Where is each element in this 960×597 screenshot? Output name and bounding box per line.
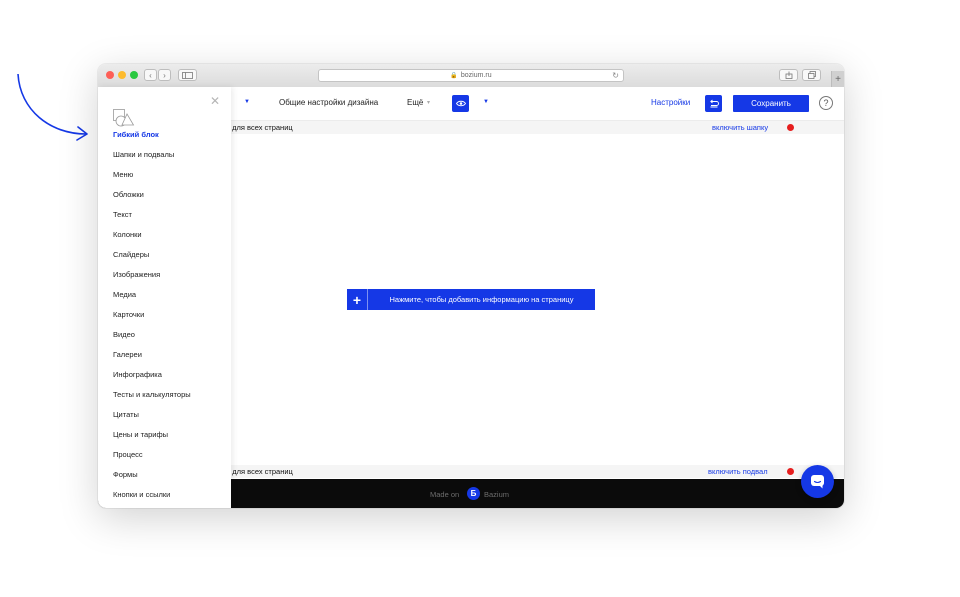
arrow-annotation-icon bbox=[17, 73, 88, 141]
sidebar-item[interactable]: Карточки bbox=[113, 310, 144, 319]
sidebar-toggle-button[interactable] bbox=[178, 69, 197, 81]
header-status-dot bbox=[787, 124, 794, 131]
reload-icon[interactable]: ↻ bbox=[612, 71, 619, 80]
eye-icon bbox=[455, 100, 466, 107]
header-bar-text: я для всех страниц bbox=[226, 123, 293, 132]
brand-name: Bazium bbox=[484, 490, 510, 499]
sidebar-item[interactable]: Обложки bbox=[113, 190, 144, 199]
footer-status-dot bbox=[787, 468, 794, 475]
editor-content: ▼ Общие настройки дизайна Ещё ▾ ▼ Настро… bbox=[98, 87, 844, 508]
help-button[interactable]: ? bbox=[819, 96, 833, 110]
close-icon[interactable]: ✕ bbox=[210, 94, 220, 108]
browser-titlebar: ‹ › 🔒 bozium.ru ↻ + bbox=[98, 64, 844, 88]
add-content-button[interactable]: + Нажмите, чтобы добавить информацию на … bbox=[347, 289, 595, 310]
sidebar-item[interactable]: Колонки bbox=[113, 230, 142, 239]
sidebar-item[interactable]: Галереи bbox=[113, 350, 142, 359]
blocks-sidebar: ✕ Гибкий блок Шапки и подвалы Меню Обложки Т… bbox=[98, 87, 231, 508]
sidebar-item[interactable]: Гибкий блок bbox=[113, 130, 159, 139]
tabs-icon bbox=[807, 71, 816, 79]
preview-chevron-icon[interactable]: ▼ bbox=[483, 99, 489, 105]
url-text: bozium.ru bbox=[460, 72, 492, 79]
lock-icon: 🔒 bbox=[450, 73, 458, 79]
more-menu[interactable]: Ещё bbox=[407, 98, 423, 107]
sidebar-item[interactable]: Текст bbox=[113, 210, 132, 219]
browser-window: ‹ › 🔒 bozium.ru ↻ + ▼ Общие настройки ди… bbox=[98, 64, 844, 508]
sidebar-item[interactable]: Меню bbox=[113, 170, 133, 179]
preview-button[interactable] bbox=[452, 95, 469, 112]
sidebar-item[interactable]: Инфографика bbox=[113, 370, 162, 379]
save-button[interactable]: Сохранить bbox=[733, 95, 809, 112]
chat-icon bbox=[811, 475, 824, 489]
add-content-label: Нажмите, чтобы добавить информацию на ст… bbox=[389, 295, 574, 304]
footer-bar-text: й для всех страниц bbox=[226, 467, 293, 476]
sidebar-item[interactable]: Слайдеры bbox=[113, 250, 149, 259]
chat-button[interactable] bbox=[801, 465, 834, 498]
close-window-button[interactable] bbox=[106, 71, 114, 79]
maximize-window-button[interactable] bbox=[130, 71, 138, 79]
share-icon bbox=[785, 71, 792, 79]
settings-link[interactable]: Настройки bbox=[651, 98, 690, 107]
sidebar-item[interactable]: Цены и тарифы bbox=[113, 430, 168, 439]
sidebar-item[interactable]: Изображения bbox=[113, 270, 160, 279]
sidebar-item[interactable]: Видео bbox=[113, 330, 135, 339]
address-bar[interactable]: 🔒 bozium.ru ↻ bbox=[318, 69, 624, 82]
minimize-window-button[interactable] bbox=[118, 71, 126, 79]
sidebar-icon bbox=[182, 71, 193, 79]
more-chevron-icon: ▾ bbox=[427, 100, 431, 106]
sidebar-item[interactable]: Формы bbox=[113, 470, 138, 479]
sidebar-item[interactable]: Цитаты bbox=[113, 410, 139, 419]
sidebar-item[interactable]: Медиа bbox=[113, 290, 136, 299]
made-on-text: Made on bbox=[430, 490, 460, 499]
share-button[interactable] bbox=[779, 69, 798, 81]
sidebar-item[interactable]: Тесты и калькуляторы bbox=[113, 390, 191, 399]
new-tab-button[interactable]: + bbox=[831, 71, 844, 87]
sidebar-item[interactable]: Кнопки и ссылки bbox=[113, 490, 170, 499]
enable-footer-link[interactable]: включить подвал bbox=[708, 467, 768, 476]
undo-icon bbox=[709, 99, 719, 108]
sidebar-item[interactable]: Процесс bbox=[113, 450, 143, 459]
plus-icon: + bbox=[347, 289, 368, 310]
back-button[interactable]: ‹ bbox=[144, 69, 157, 81]
enable-header-link[interactable]: включить шапку bbox=[712, 123, 768, 132]
sidebar-item[interactable]: Шапки и подвалы bbox=[113, 150, 174, 159]
chevron-down-icon[interactable]: ▼ bbox=[244, 99, 250, 105]
design-settings-link[interactable]: Общие настройки дизайна bbox=[279, 98, 378, 107]
bazium-logo-icon: Б bbox=[467, 487, 480, 500]
tabs-button[interactable] bbox=[802, 69, 821, 81]
forward-button[interactable]: › bbox=[158, 69, 171, 81]
shapes-icon bbox=[113, 109, 135, 127]
undo-button[interactable] bbox=[705, 95, 722, 112]
